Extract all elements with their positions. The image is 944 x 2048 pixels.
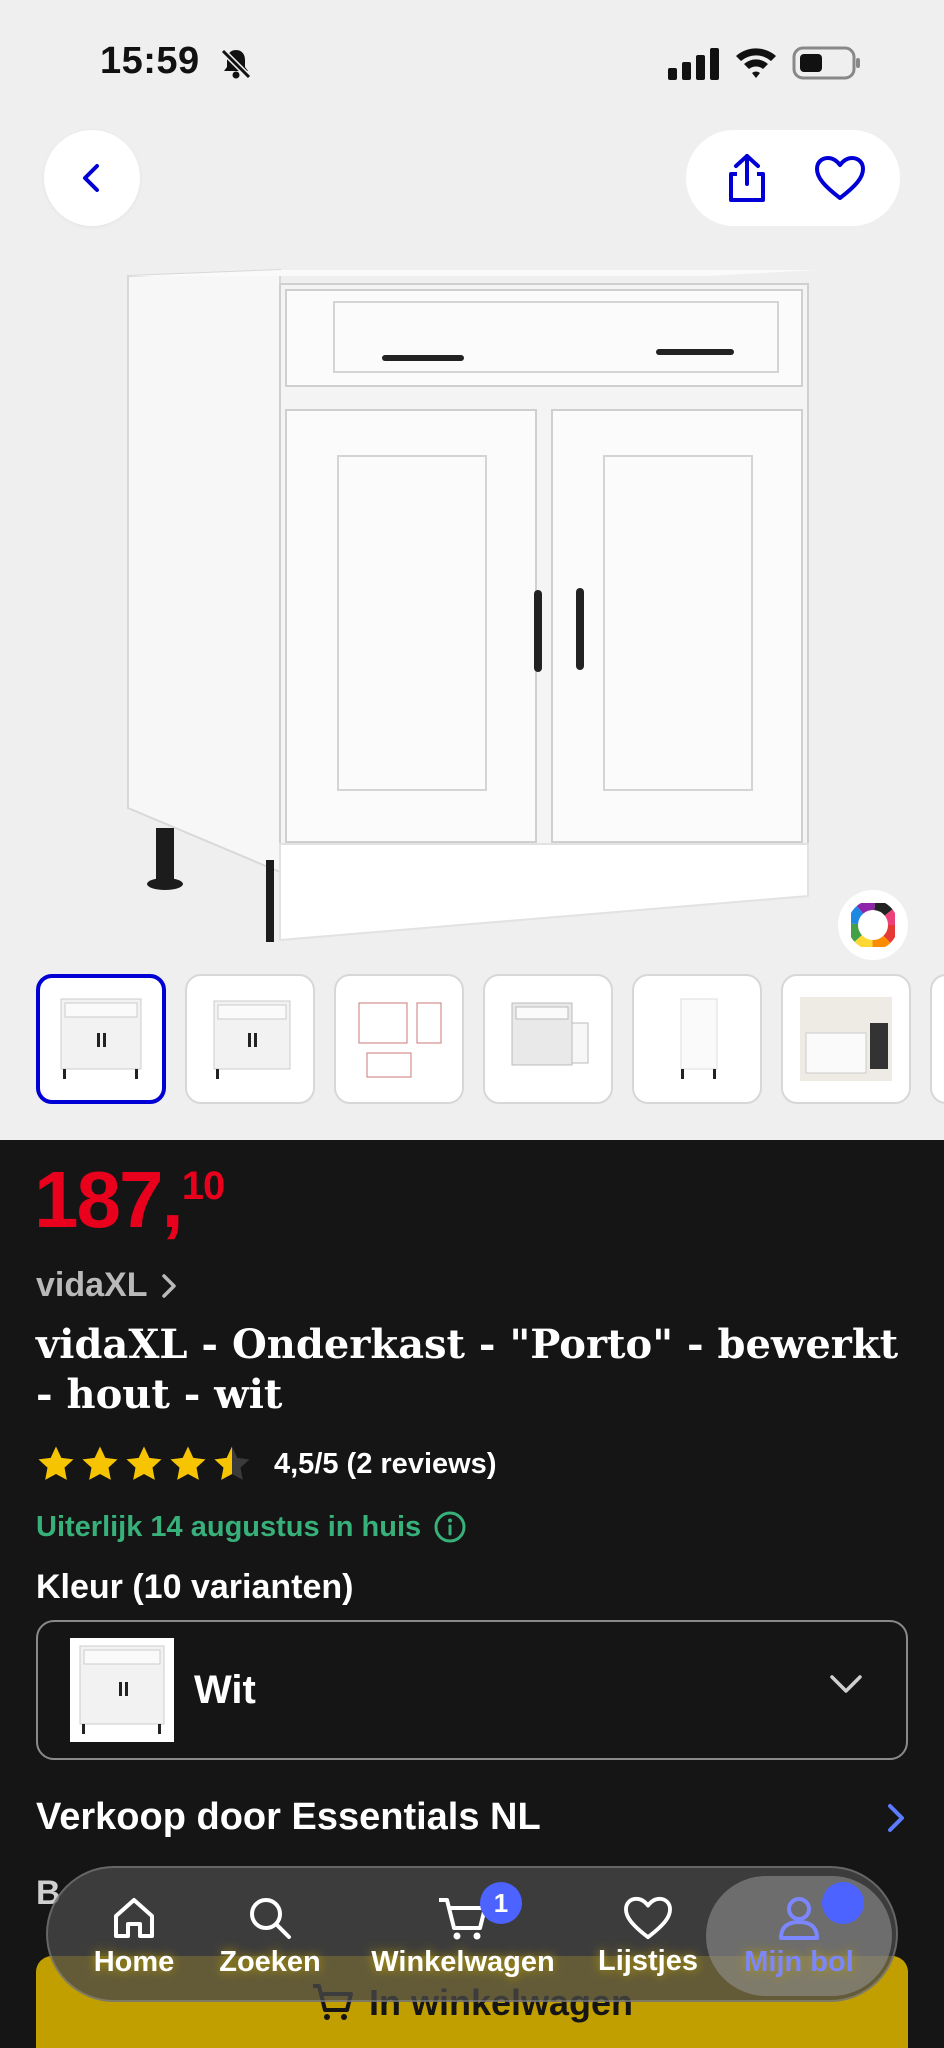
tab-lists[interactable]: Lijstjes (588, 1868, 708, 2004)
tab-account[interactable]: Mijn bol (706, 1876, 892, 1996)
rating-stars (36, 1444, 252, 1484)
thumbnail-image (60, 998, 142, 1079)
thumbnail-7[interactable] (930, 974, 944, 1104)
price-whole: 187, (34, 1155, 184, 1244)
chevron-down-icon (830, 1675, 862, 1693)
color-value: Wit (194, 1667, 256, 1712)
back-button[interactable] (44, 130, 140, 226)
tab-cart[interactable]: Winkelwagen 1 (364, 1868, 562, 2004)
account-notification-dot (822, 1882, 864, 1924)
brand-name: vidaXL (36, 1266, 148, 1304)
color-variants-button[interactable] (838, 890, 908, 960)
product-image-area: 15:59 (0, 0, 944, 1140)
delivery-text: Uiterlijk 14 augustus in huis (36, 1510, 422, 1543)
tab-lists-label: Lijstjes (598, 1944, 698, 1977)
star-half-icon (214, 1446, 250, 1480)
star-icon (38, 1446, 74, 1480)
thumbnail-1[interactable] (36, 974, 166, 1104)
star-icon (82, 1446, 118, 1480)
thumbnail-image (800, 997, 892, 1081)
rating-text: 4,5/5 (2 reviews) (274, 1447, 497, 1480)
delivery-info[interactable]: Uiterlijk 14 augustus in huis (36, 1510, 467, 1544)
cart-count-badge: 1 (480, 1882, 522, 1924)
star-icon (170, 1446, 206, 1480)
tab-search[interactable]: Zoeken (210, 1868, 330, 2004)
status-bar: 15:59 (0, 0, 944, 120)
chevron-left-icon (83, 164, 99, 192)
search-icon (250, 1897, 291, 1939)
favorite-button[interactable] (800, 138, 880, 218)
status-time: 15:59 (100, 40, 200, 82)
thumbnail-4[interactable] (483, 974, 613, 1104)
thumbnail-2[interactable] (185, 974, 315, 1104)
share-icon (728, 154, 765, 202)
chevron-right-icon (162, 1273, 177, 1298)
home-icon (114, 1897, 154, 1938)
bell-muted-icon (219, 47, 253, 81)
color-wheel-icon (851, 903, 895, 947)
heart-icon (624, 1896, 672, 1939)
thumbnail-strip (36, 974, 944, 1106)
thumbnail-image (511, 1002, 589, 1066)
battery-icon (792, 46, 860, 80)
color-label: Kleur (10 varianten) (36, 1568, 354, 1606)
price-cents: 10 (181, 1164, 225, 1208)
tab-home-label: Home (93, 1945, 175, 1978)
share-button[interactable] (707, 138, 787, 218)
tab-cart-label: Winkelwagen (371, 1945, 555, 1978)
color-select[interactable]: Wit (36, 1620, 908, 1760)
product-title: vidaXL - Onderkast - "Porto" - bewerkt -… (36, 1321, 899, 1418)
wifi-icon (736, 48, 776, 78)
header-actions (686, 130, 900, 226)
brand-link[interactable]: vidaXL (36, 1266, 179, 1305)
tab-search-label: Zoeken (219, 1945, 321, 1978)
thumbnail-5[interactable] (632, 974, 762, 1104)
chevron-right-icon (888, 1803, 904, 1832)
bottom-tab-bar: Home Zoeken Winkelwagen 1 Lijstjes Mijn … (46, 1866, 898, 2002)
thumbnail-image (358, 1002, 442, 1078)
product-main-image[interactable] (110, 260, 830, 960)
thumbnail-image (680, 998, 718, 1079)
tab-account-label: Mijn bol (744, 1945, 854, 1978)
seller-link[interactable]: Verkoop door Essentials NL (36, 1796, 908, 1839)
thumbnail-image (213, 1000, 291, 1079)
heart-icon (814, 156, 865, 200)
price: 187,10 (34, 1154, 225, 1246)
info-icon (434, 1511, 466, 1543)
thumbnail-6[interactable] (781, 974, 911, 1104)
tab-home[interactable]: Home (74, 1868, 194, 2004)
color-swatch-image (70, 1638, 174, 1742)
seller-text: Verkoop door Essentials NL (36, 1796, 541, 1838)
user-icon (779, 1896, 819, 1940)
cellular-signal-icon (668, 48, 719, 80)
thumbnail-3[interactable] (334, 974, 464, 1104)
star-icon (126, 1446, 162, 1480)
rating-link[interactable]: 4,5/5 (2 reviews) (36, 1444, 496, 1484)
